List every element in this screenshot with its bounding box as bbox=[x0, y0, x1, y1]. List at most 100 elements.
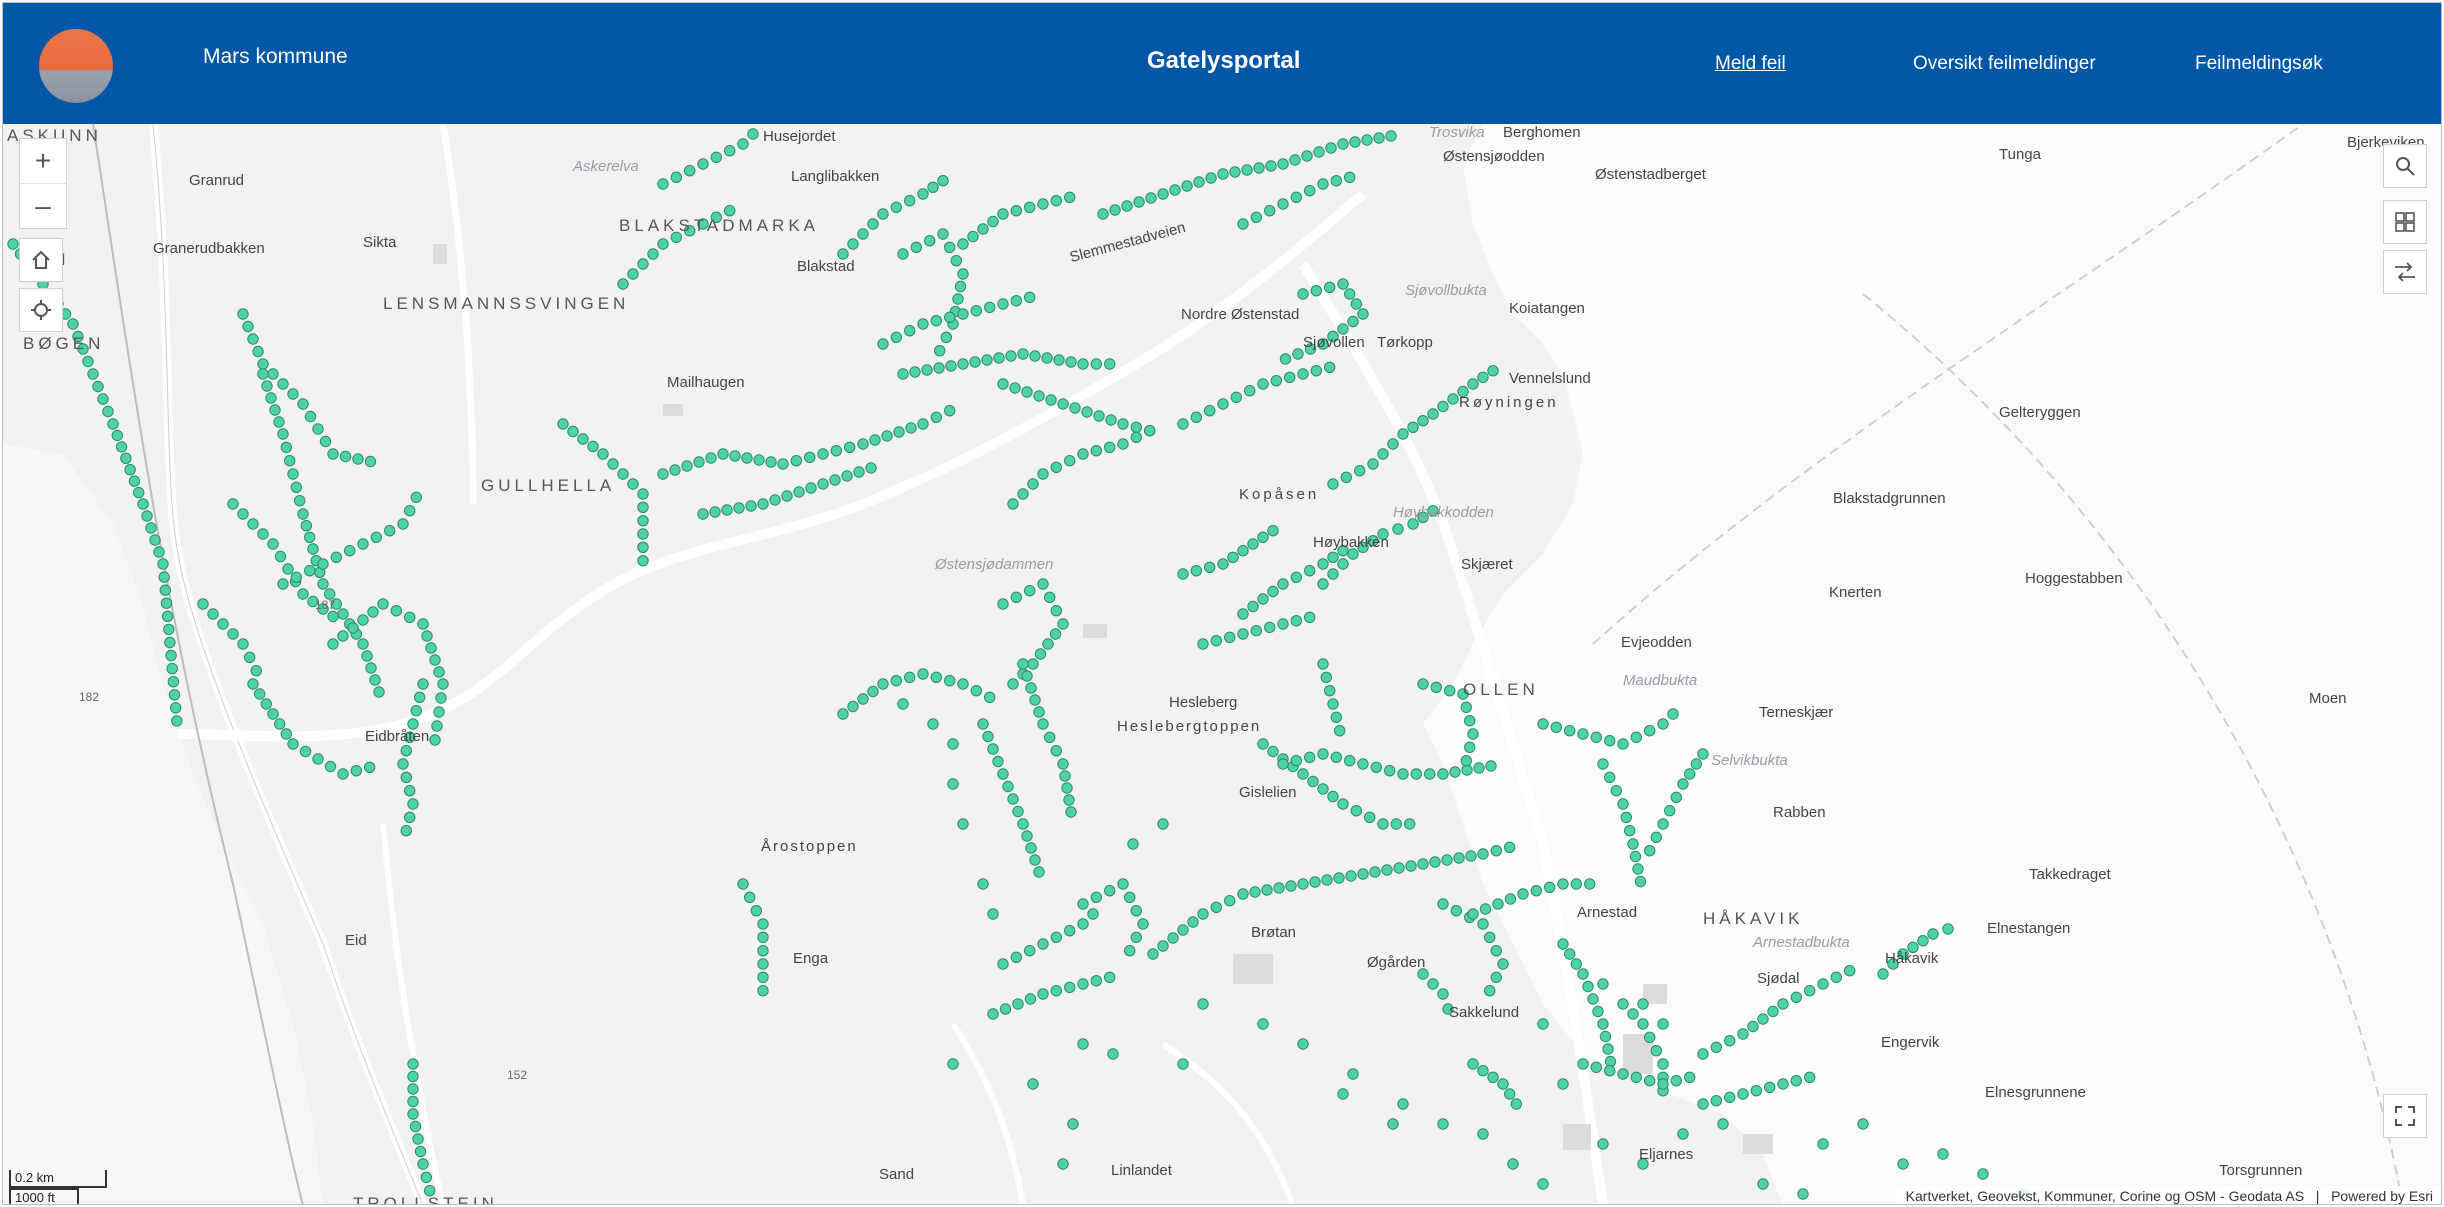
streetlight-marker[interactable] bbox=[367, 606, 379, 618]
streetlight-marker[interactable] bbox=[361, 650, 373, 662]
streetlight-marker[interactable] bbox=[1247, 538, 1259, 550]
streetlight-marker[interactable] bbox=[1077, 1038, 1089, 1050]
streetlight-marker[interactable] bbox=[297, 508, 309, 520]
streetlight-marker[interactable] bbox=[1027, 478, 1039, 490]
streetlight-marker[interactable] bbox=[1002, 780, 1014, 793]
streetlight-marker[interactable] bbox=[1007, 793, 1019, 805]
streetlight-marker[interactable] bbox=[1350, 298, 1363, 310]
streetlight-marker[interactable] bbox=[1063, 794, 1075, 806]
streetlight-marker[interactable] bbox=[1347, 315, 1359, 328]
streetlight-marker[interactable] bbox=[377, 598, 389, 610]
streetlight-marker[interactable] bbox=[1205, 172, 1217, 184]
layers-button[interactable] bbox=[2383, 250, 2427, 294]
streetlight-marker[interactable] bbox=[1057, 1158, 1069, 1170]
streetlight-marker[interactable] bbox=[1010, 295, 1022, 307]
streetlight-marker[interactable] bbox=[1460, 701, 1473, 713]
streetlight-marker[interactable] bbox=[267, 708, 279, 720]
streetlight-marker[interactable] bbox=[1467, 908, 1479, 920]
streetlight-marker[interactable] bbox=[1037, 938, 1049, 950]
streetlight-marker[interactable] bbox=[1587, 993, 1599, 1005]
streetlight-marker[interactable] bbox=[327, 610, 339, 623]
streetlight-marker[interactable] bbox=[1817, 978, 1829, 990]
streetlight-marker[interactable] bbox=[364, 761, 376, 773]
streetlight-marker[interactable] bbox=[1297, 1038, 1309, 1050]
streetlight-marker[interactable] bbox=[697, 158, 709, 170]
streetlight-marker[interactable] bbox=[1464, 741, 1476, 753]
streetlight-marker[interactable] bbox=[1657, 1018, 1669, 1030]
streetlight-marker[interactable] bbox=[1277, 618, 1289, 630]
streetlight-marker[interactable] bbox=[647, 248, 659, 260]
streetlight-marker[interactable] bbox=[1313, 146, 1325, 158]
streetlight-marker[interactable] bbox=[337, 608, 349, 620]
streetlight-marker[interactable] bbox=[1430, 681, 1443, 693]
streetlight-marker[interactable] bbox=[992, 755, 1004, 768]
streetlight-marker[interactable] bbox=[1437, 898, 1449, 910]
streetlight-marker[interactable] bbox=[1599, 1030, 1612, 1043]
streetlight-marker[interactable] bbox=[1145, 192, 1157, 204]
streetlight-marker[interactable] bbox=[1105, 414, 1117, 426]
streetlight-marker[interactable] bbox=[357, 538, 369, 550]
streetlight-marker[interactable] bbox=[933, 362, 945, 374]
streetlight-marker[interactable] bbox=[830, 445, 842, 457]
streetlight-marker[interactable] bbox=[757, 985, 769, 997]
streetlight-marker[interactable] bbox=[237, 508, 249, 520]
streetlight-marker[interactable] bbox=[750, 905, 762, 917]
streetlight-marker[interactable] bbox=[1477, 848, 1489, 860]
streetlight-marker[interactable] bbox=[407, 1108, 419, 1120]
streetlight-marker[interactable] bbox=[693, 456, 705, 468]
streetlight-marker[interactable] bbox=[1093, 410, 1105, 422]
streetlight-marker[interactable] bbox=[1337, 798, 1349, 810]
streetlight-marker[interactable] bbox=[1037, 198, 1049, 210]
streetlight-marker[interactable] bbox=[1937, 1148, 1949, 1160]
streetlight-marker[interactable] bbox=[947, 1058, 959, 1070]
streetlight-marker[interactable] bbox=[905, 422, 917, 434]
streetlight-marker[interactable] bbox=[1804, 985, 1816, 997]
streetlight-marker[interactable] bbox=[1617, 738, 1629, 750]
streetlight-marker[interactable] bbox=[300, 520, 312, 532]
streetlight-marker[interactable] bbox=[777, 458, 789, 470]
streetlight-marker[interactable] bbox=[757, 931, 769, 943]
streetlight-marker[interactable] bbox=[269, 404, 281, 416]
streetlight-marker[interactable] bbox=[1059, 770, 1071, 782]
streetlight-marker[interactable] bbox=[1330, 711, 1343, 723]
streetlight-marker[interactable] bbox=[1284, 371, 1296, 384]
streetlight-marker[interactable] bbox=[1617, 798, 1629, 810]
streetlight-marker[interactable] bbox=[637, 528, 649, 540]
streetlight-marker[interactable] bbox=[1137, 918, 1149, 930]
streetlight-marker[interactable] bbox=[1325, 142, 1337, 154]
streetlight-marker[interactable] bbox=[167, 676, 180, 688]
streetlight-marker[interactable] bbox=[257, 368, 269, 380]
streetlight-marker[interactable] bbox=[1044, 591, 1056, 603]
streetlight-marker[interactable] bbox=[1461, 764, 1473, 776]
streetlight-marker[interactable] bbox=[1187, 916, 1199, 928]
streetlight-marker[interactable] bbox=[304, 410, 317, 423]
streetlight-marker[interactable] bbox=[400, 825, 412, 837]
streetlight-marker[interactable] bbox=[917, 668, 929, 680]
streetlight-marker[interactable] bbox=[1330, 751, 1343, 763]
streetlight-marker[interactable] bbox=[287, 468, 299, 480]
streetlight-marker[interactable] bbox=[1340, 471, 1353, 483]
streetlight-marker[interactable] bbox=[1597, 1138, 1609, 1150]
streetlight-marker[interactable] bbox=[1017, 658, 1029, 670]
streetlight-marker[interactable] bbox=[982, 730, 994, 743]
streetlight-marker[interactable] bbox=[1050, 985, 1063, 997]
basemap-button[interactable] bbox=[2383, 200, 2427, 244]
home-button[interactable] bbox=[19, 238, 63, 282]
streetlight-marker[interactable] bbox=[724, 205, 736, 217]
streetlight-marker[interactable] bbox=[299, 745, 312, 758]
streetlight-marker[interactable] bbox=[364, 455, 377, 468]
streetlight-marker[interactable] bbox=[745, 500, 757, 512]
streetlight-marker[interactable] bbox=[940, 331, 952, 344]
streetlight-marker[interactable] bbox=[1247, 600, 1259, 613]
streetlight-marker[interactable] bbox=[327, 638, 339, 650]
streetlight-marker[interactable] bbox=[1130, 931, 1143, 943]
streetlight-marker[interactable] bbox=[1777, 998, 1789, 1010]
streetlight-marker[interactable] bbox=[1530, 885, 1543, 897]
streetlight-marker[interactable] bbox=[1437, 988, 1449, 1000]
streetlight-marker[interactable] bbox=[1764, 1081, 1776, 1093]
streetlight-marker[interactable] bbox=[1050, 931, 1063, 943]
streetlight-marker[interactable] bbox=[867, 218, 879, 230]
streetlight-marker[interactable] bbox=[1327, 568, 1339, 580]
streetlight-marker[interactable] bbox=[1057, 398, 1069, 410]
streetlight-marker[interactable] bbox=[577, 433, 589, 445]
